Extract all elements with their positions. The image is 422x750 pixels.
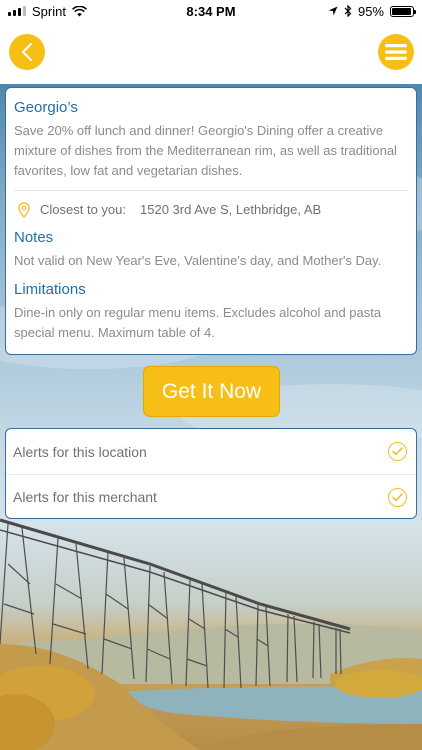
- app-header: [0, 22, 422, 84]
- limitations-text: Dine-in only on regular menu items. Excl…: [14, 305, 382, 340]
- location-row[interactable]: Closest to you: 1520 3rd Ave S, Lethbrid…: [14, 201, 408, 219]
- battery-icon: [390, 5, 416, 17]
- check-circle-icon[interactable]: [388, 442, 407, 461]
- signal-icon: [8, 6, 26, 16]
- location-address: 1520 3rd Ave S, Lethbridge, AB: [140, 202, 322, 217]
- alerts-panel: Alerts for this location Alerts for this…: [5, 428, 417, 519]
- deal-description: Save 20% off lunch and dinner! Georgio's…: [14, 123, 397, 178]
- status-left: Sprint: [8, 4, 87, 19]
- status-right: 95%: [328, 3, 416, 19]
- location-label: Closest to you:: [40, 202, 126, 217]
- wifi-icon: [72, 5, 87, 16]
- bluetooth-icon: [344, 5, 352, 17]
- status-bar: Sprint 8:34 PM 95%: [0, 0, 422, 22]
- alert-merchant-label: Alerts for this merchant: [13, 489, 157, 505]
- deal-details-card: Georgio’s Save 20% off lunch and dinner!…: [5, 87, 417, 355]
- alert-location-row[interactable]: Alerts for this location: [6, 429, 416, 474]
- divider: [14, 190, 408, 191]
- notes-heading: Notes: [14, 229, 54, 246]
- get-it-now-button[interactable]: Get It Now: [143, 366, 280, 417]
- limitations-heading: Limitations: [14, 281, 86, 298]
- check-circle-icon[interactable]: [388, 487, 407, 507]
- menu-button[interactable]: [378, 34, 414, 70]
- notes-text: Not valid on New Year's Eve, Valentine's…: [14, 253, 382, 268]
- map-pin-icon: [18, 202, 30, 218]
- hamburger-menu-icon: [385, 44, 407, 60]
- chevron-left-icon: [22, 43, 32, 61]
- battery-percent: 95%: [357, 3, 384, 19]
- alert-location-label: Alerts for this location: [13, 443, 147, 460]
- merchant-title: Georgio’s: [14, 99, 78, 116]
- carrier-name: Sprint: [32, 3, 66, 19]
- back-button[interactable]: [9, 34, 45, 70]
- location-arrow-icon: [328, 6, 338, 16]
- alert-merchant-row[interactable]: Alerts for this merchant: [6, 474, 416, 518]
